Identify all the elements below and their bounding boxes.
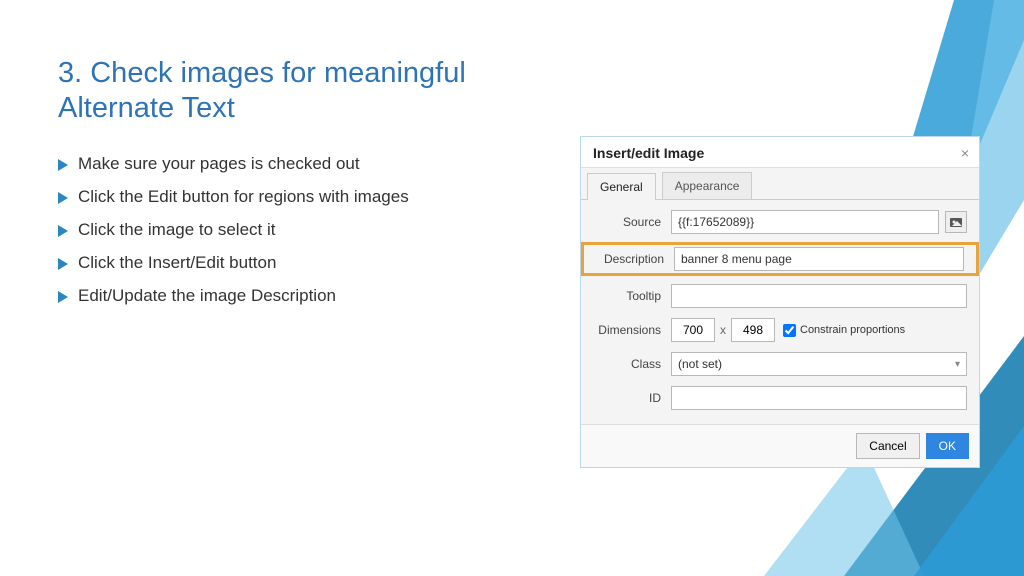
bullet-icon: [58, 258, 68, 270]
tooltip-input[interactable]: [671, 284, 967, 308]
insert-edit-image-dialog: Insert/edit Image × General Appearance S…: [580, 136, 980, 468]
constrain-proportions-checkbox[interactable]: [783, 324, 796, 337]
class-value: (not set): [678, 357, 722, 371]
tab-appearance[interactable]: Appearance: [662, 172, 753, 199]
row-tooltip: Tooltip: [593, 284, 967, 308]
source-input[interactable]: [671, 210, 939, 234]
dialog-tabs: General Appearance: [581, 168, 979, 199]
cancel-button[interactable]: Cancel: [856, 433, 919, 459]
dialog-titlebar: Insert/edit Image ×: [581, 137, 979, 168]
dimensions-x: x: [720, 323, 726, 337]
dialog-title: Insert/edit Image: [593, 145, 961, 161]
ok-button[interactable]: OK: [926, 433, 969, 459]
bullet-icon: [58, 225, 68, 237]
row-id: ID: [593, 386, 967, 410]
label-source: Source: [593, 215, 671, 229]
row-class: Class (not set) ▾: [593, 352, 967, 376]
class-select[interactable]: (not set) ▾: [671, 352, 967, 376]
dialog-footer: Cancel OK: [581, 424, 979, 467]
bullet-icon: [58, 192, 68, 204]
row-dimensions: Dimensions x Constrain proportions: [593, 318, 967, 342]
bullet-icon: [58, 291, 68, 303]
label-tooltip: Tooltip: [593, 289, 671, 303]
bullet-text: Click the image to select it: [78, 220, 275, 240]
label-class: Class: [593, 357, 671, 371]
height-input[interactable]: [731, 318, 775, 342]
bullet-text: Edit/Update the image Description: [78, 286, 336, 306]
tab-general[interactable]: General: [587, 173, 656, 200]
dialog-body: Source Description Tooltip Dimensions x …: [581, 199, 979, 424]
id-input[interactable]: [671, 386, 967, 410]
bullet-text: Click the Edit button for regions with i…: [78, 187, 409, 207]
bullet-text: Click the Insert/Edit button: [78, 253, 276, 273]
row-source: Source: [593, 210, 967, 234]
width-input[interactable]: [671, 318, 715, 342]
slide-title: 3. Check images for meaningful Alternate…: [58, 56, 578, 126]
constrain-proportions-label[interactable]: Constrain proportions: [783, 324, 905, 337]
label-description: Description: [596, 252, 674, 266]
description-input[interactable]: [674, 247, 964, 271]
close-icon[interactable]: ×: [961, 145, 969, 161]
chevron-down-icon: ▾: [955, 359, 960, 370]
browse-icon[interactable]: [945, 211, 967, 233]
row-description: Description: [581, 242, 979, 276]
constrain-text: Constrain proportions: [800, 324, 905, 336]
bullet-icon: [58, 159, 68, 171]
label-id: ID: [593, 391, 671, 405]
bullet-text: Make sure your pages is checked out: [78, 154, 360, 174]
label-dimensions: Dimensions: [593, 323, 671, 337]
